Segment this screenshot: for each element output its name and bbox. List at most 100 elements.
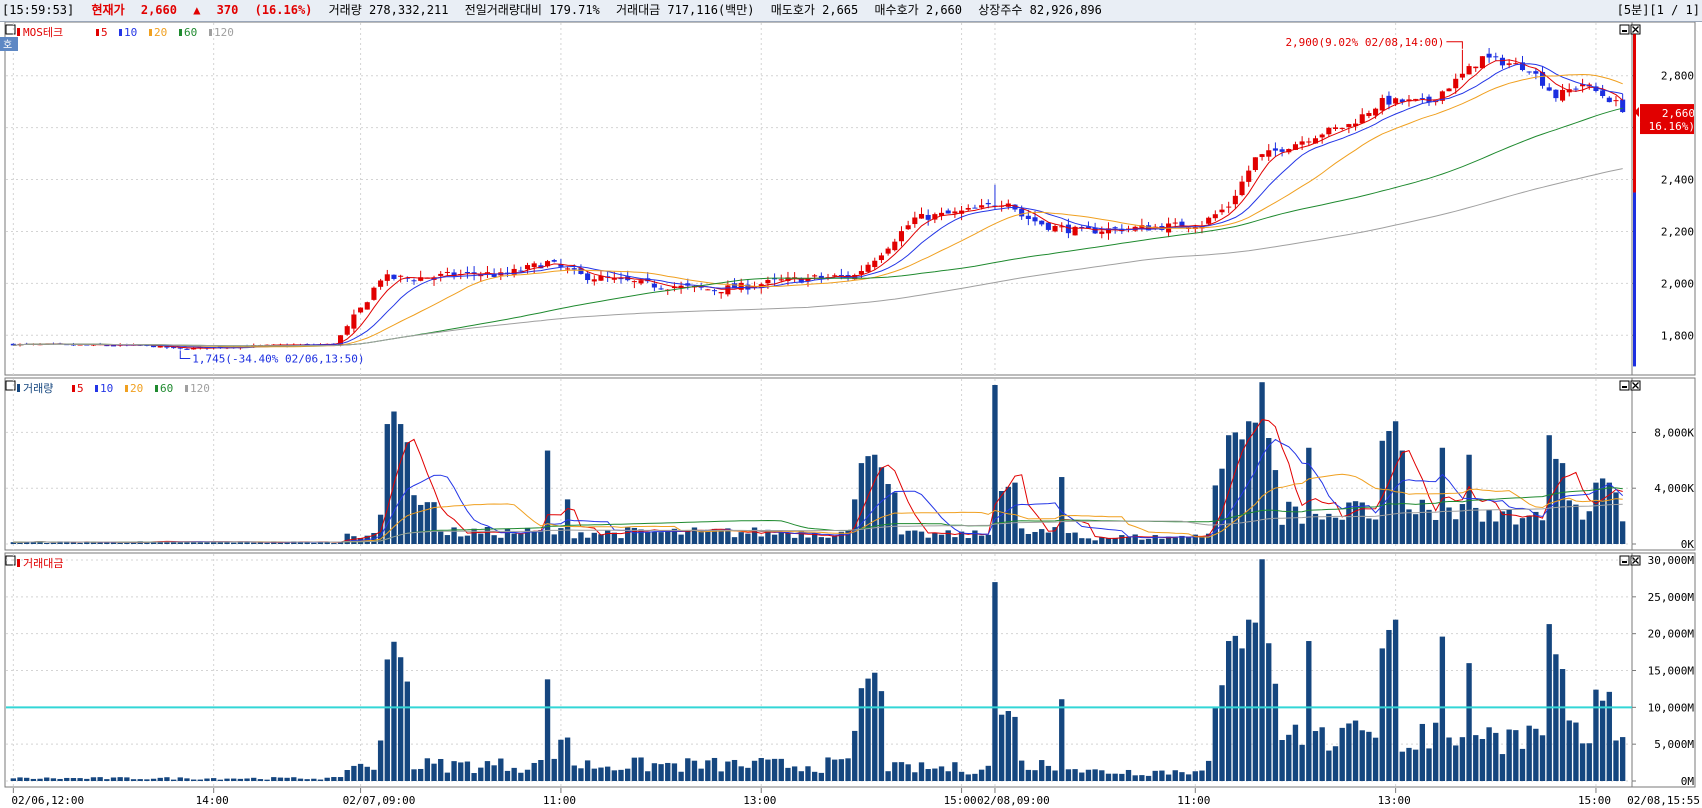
bar <box>1513 730 1519 781</box>
period-selector[interactable]: [5분][1 / 1] <box>1617 0 1700 21</box>
candle <box>1379 98 1385 111</box>
candle <box>411 280 417 282</box>
bar <box>584 537 591 544</box>
bar <box>277 777 284 781</box>
candle <box>1299 141 1305 145</box>
bar <box>1059 699 1065 781</box>
bar <box>705 760 711 781</box>
bar <box>972 773 978 781</box>
candle <box>945 210 951 214</box>
bar <box>137 779 143 781</box>
bar <box>1392 619 1399 781</box>
minimize-icon[interactable] <box>1619 24 1630 35</box>
bar <box>1459 737 1466 781</box>
candle <box>1025 215 1031 219</box>
candle <box>1019 208 1025 217</box>
bar <box>418 768 424 781</box>
bar <box>1526 515 1532 544</box>
candle <box>1239 181 1245 196</box>
bar <box>177 542 183 544</box>
bar <box>1513 524 1519 544</box>
bar <box>978 535 985 544</box>
bar <box>110 777 117 781</box>
bar <box>665 762 671 781</box>
bar <box>1406 509 1412 544</box>
bar <box>1239 439 1245 544</box>
bar <box>1259 559 1265 781</box>
bar <box>311 542 317 544</box>
bar <box>411 495 417 544</box>
bar <box>197 779 203 781</box>
bar <box>1486 509 1492 544</box>
minimize-icon[interactable] <box>1619 380 1630 391</box>
candle <box>591 279 597 282</box>
bar <box>1018 528 1025 544</box>
bar <box>832 536 838 544</box>
legend-ma-120: 120 <box>214 26 234 39</box>
candle <box>1499 57 1506 66</box>
candle <box>184 348 190 350</box>
legend-marker <box>209 29 212 36</box>
candle <box>1573 88 1579 90</box>
legend-marker <box>72 385 75 392</box>
bar <box>1439 447 1446 544</box>
buy-gauge-bar <box>1633 192 1636 367</box>
bar <box>745 533 751 544</box>
bar <box>932 768 938 781</box>
candle <box>872 260 878 268</box>
bar <box>1613 740 1619 781</box>
legend-marker <box>125 385 128 392</box>
y-tick-label: 10,000M <box>1648 701 1695 714</box>
candle <box>1620 99 1626 113</box>
ma20-line <box>13 73 1623 348</box>
bar <box>331 777 337 781</box>
prev-volume-ratio: 전일거래량대비 179.71% <box>464 3 600 17</box>
bar <box>1005 711 1011 781</box>
bar <box>1112 773 1118 781</box>
y-tick-label: 0K <box>1681 538 1695 551</box>
bar <box>1045 532 1052 544</box>
bar <box>1139 775 1145 781</box>
candle <box>1092 227 1098 234</box>
bar <box>651 531 658 544</box>
candle <box>1219 209 1225 213</box>
bar <box>144 779 150 781</box>
candle <box>391 274 397 279</box>
candle <box>351 314 357 329</box>
bar <box>44 777 50 781</box>
bar <box>711 757 718 781</box>
bar <box>685 530 691 544</box>
bar <box>838 759 845 781</box>
candle <box>1546 87 1552 91</box>
bar <box>852 730 858 781</box>
bar <box>544 679 551 781</box>
bar <box>1493 732 1499 781</box>
y-tick-label: 4,000K <box>1654 482 1694 495</box>
bar <box>511 533 517 544</box>
bar <box>898 534 905 544</box>
bar <box>578 768 584 781</box>
bar <box>1306 447 1312 544</box>
bar <box>1292 724 1299 781</box>
bar <box>70 778 77 781</box>
bar <box>37 778 43 781</box>
sell-gauge-bar <box>1633 34 1636 193</box>
bar <box>1332 517 1339 544</box>
trade-amount: 거래대금 717,116(백만) <box>616 3 755 17</box>
bar <box>952 537 958 544</box>
y-tick-label: 2,000 <box>1661 277 1694 290</box>
bar <box>1533 728 1539 781</box>
candle <box>444 271 450 273</box>
x-tick-label: 15:00 <box>1578 794 1611 807</box>
y-tick-label: 2,400 <box>1661 174 1694 187</box>
candle <box>1466 66 1472 75</box>
bar <box>945 530 951 544</box>
bar <box>90 777 97 781</box>
ma60-line <box>13 107 1623 347</box>
bar <box>1232 432 1239 544</box>
bar <box>117 542 123 544</box>
bar <box>1299 523 1305 544</box>
legend-ma-120: 120 <box>190 382 210 395</box>
bar <box>678 534 684 544</box>
bar <box>1165 774 1172 781</box>
